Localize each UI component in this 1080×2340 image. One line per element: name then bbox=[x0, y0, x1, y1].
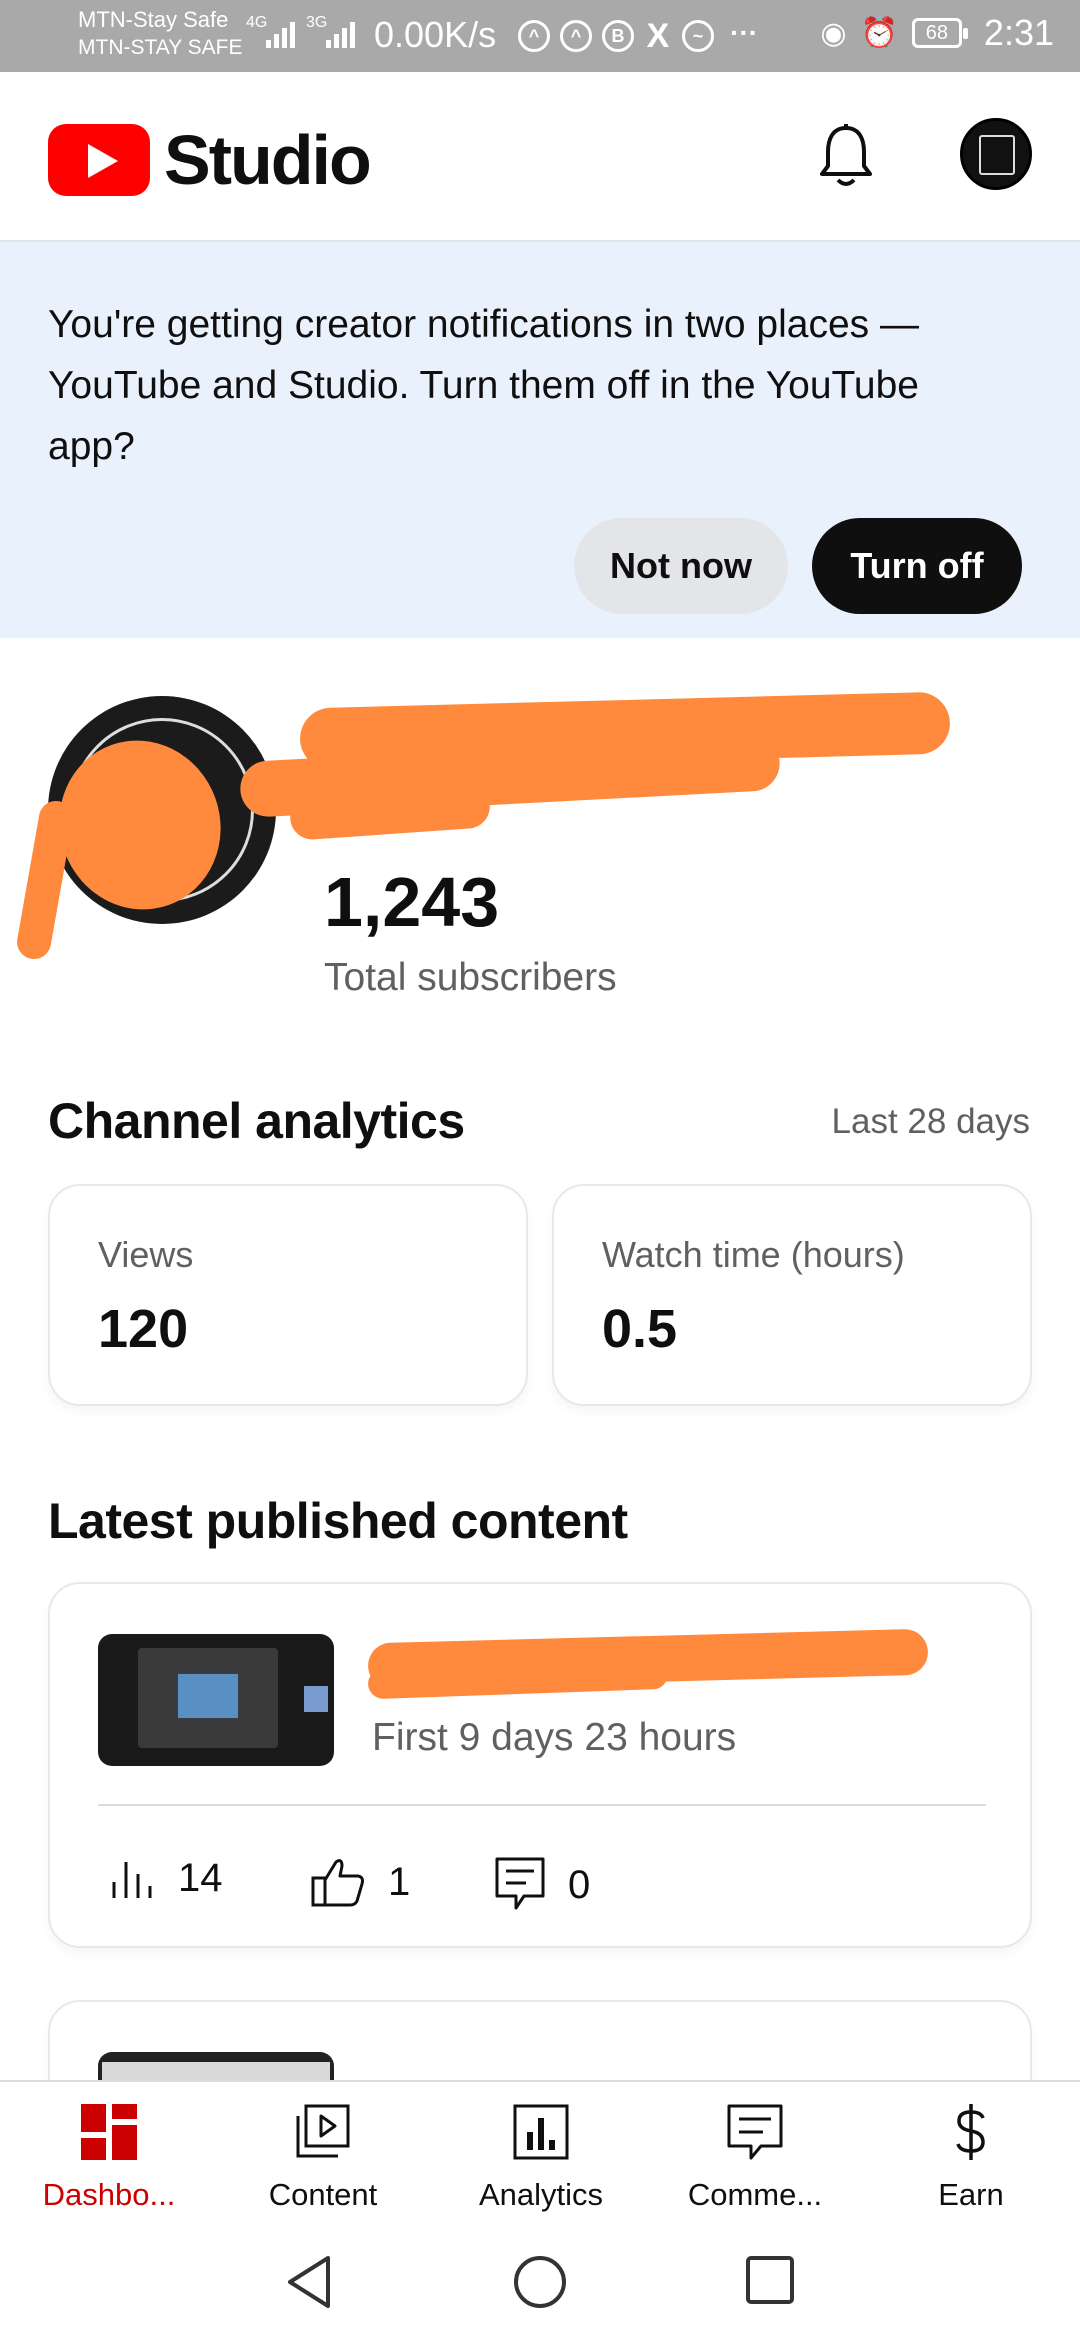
app-notification-icon: ^ bbox=[518, 20, 550, 52]
watch-time-value: 0.5 bbox=[602, 1299, 678, 1359]
likes-stat: 1 bbox=[310, 1856, 410, 1908]
more-notifications-icon: ··· bbox=[730, 17, 758, 48]
comments-stat: 0 bbox=[494, 1856, 590, 1914]
views-card[interactable]: Views 120 bbox=[48, 1184, 528, 1406]
youtube-play-icon bbox=[48, 124, 150, 196]
analytics-range: Last 28 days bbox=[831, 1102, 1030, 1141]
net-speed: 0.00K/s bbox=[374, 14, 497, 55]
account-avatar[interactable] bbox=[960, 118, 1032, 190]
network-type-1: 4G bbox=[246, 14, 268, 31]
nav-analytics[interactable]: Analytics bbox=[446, 2102, 636, 2213]
thumbs-up-icon bbox=[311, 1859, 364, 1907]
comments-count: 0 bbox=[568, 1862, 591, 1907]
not-now-button[interactable]: Not now bbox=[574, 518, 788, 614]
messenger-icon: ~ bbox=[682, 20, 714, 52]
battery-icon: 68 bbox=[911, 18, 968, 48]
network-type-2: 3G bbox=[306, 14, 328, 31]
bottom-navigation: Dashbo... Content Analytics Comme... Ear… bbox=[0, 2080, 1080, 2228]
notification-icons: ^ ^ B X ~ ··· bbox=[518, 17, 764, 55]
nav-label: Analytics bbox=[478, 2177, 604, 2212]
views-bar-icon bbox=[112, 1861, 152, 1898]
studio-logo[interactable]: Studio bbox=[48, 120, 372, 200]
views-value: 120 bbox=[98, 1299, 189, 1359]
recents-icon[interactable] bbox=[744, 2254, 796, 2306]
earn-icon bbox=[956, 2104, 985, 2160]
latest-video-card[interactable]: First 9 days 23 hours 14 1 0 bbox=[48, 1582, 1032, 1948]
home-icon[interactable] bbox=[512, 2254, 568, 2310]
carrier-2: MTN-STAY SAFE bbox=[78, 36, 243, 59]
alarm-icon: ⏰ bbox=[860, 16, 898, 50]
x-app-icon: X bbox=[646, 17, 670, 55]
nav-label: Content bbox=[268, 2177, 378, 2212]
latest-content-title: Latest published content bbox=[48, 1493, 628, 1549]
nav-label: Earn bbox=[938, 2177, 1004, 2212]
nav-dashboard[interactable]: Dashbo... bbox=[14, 2102, 204, 2213]
nav-content[interactable]: Content bbox=[228, 2102, 418, 2213]
analytics-icon bbox=[513, 2104, 569, 2160]
nav-comments[interactable]: Comme... bbox=[660, 2102, 850, 2213]
watch-time-card[interactable]: Watch time (hours) 0.5 bbox=[552, 1184, 1032, 1406]
nav-earn[interactable]: Earn bbox=[876, 2102, 1066, 2213]
comment-icon bbox=[495, 1857, 545, 1910]
app-name: Studio bbox=[164, 121, 372, 199]
signal-1-icon bbox=[266, 18, 295, 48]
card-divider bbox=[98, 1804, 986, 1806]
subscriber-count: 1,243 bbox=[324, 863, 500, 941]
views-stat: 14 bbox=[110, 1856, 223, 1901]
notifications-bell-icon[interactable] bbox=[818, 124, 874, 190]
eye-comfort-icon: ◉ bbox=[820, 16, 847, 50]
nav-label: Dashbo... bbox=[42, 2177, 176, 2212]
right-status: ◉ ⏰ 68 2:31 bbox=[820, 12, 1054, 54]
turn-off-button[interactable]: Turn off bbox=[812, 518, 1022, 614]
status-bar: MTN-Stay Safe MTN-STAY SAFE 4G 3G 0.00K/… bbox=[0, 0, 1080, 72]
banner-message: You're getting creator notifications in … bbox=[48, 303, 919, 468]
views-count: 14 bbox=[178, 1856, 223, 1900]
carrier-1: MTN-Stay Safe bbox=[78, 7, 229, 32]
comments-icon bbox=[727, 2104, 783, 2160]
signal-2-icon bbox=[326, 18, 355, 48]
subscriber-label: Total subscribers bbox=[324, 956, 617, 999]
notification-banner: You're getting creator notifications in … bbox=[0, 242, 1080, 638]
b-app-icon: B bbox=[602, 20, 634, 52]
nav-label: Comme... bbox=[687, 2177, 823, 2212]
redaction-mark bbox=[14, 798, 76, 962]
views-label: Views bbox=[98, 1234, 194, 1275]
video-meta: First 9 days 23 hours bbox=[372, 1716, 737, 1759]
back-icon[interactable] bbox=[284, 2254, 334, 2310]
analytics-title: Channel analytics bbox=[48, 1093, 465, 1149]
content-icon bbox=[296, 2104, 350, 2158]
app-header: Studio bbox=[0, 72, 1080, 242]
app-notification-icon: ^ bbox=[560, 20, 592, 52]
video-thumbnail[interactable] bbox=[98, 1634, 334, 1766]
dashboard-icon bbox=[81, 2104, 137, 2160]
likes-count: 1 bbox=[388, 1859, 411, 1904]
clock: 2:31 bbox=[983, 12, 1054, 53]
carrier-labels: MTN-Stay Safe MTN-STAY SAFE bbox=[78, 6, 243, 62]
system-navigation-bar bbox=[0, 2226, 1080, 2340]
watch-time-label: Watch time (hours) bbox=[602, 1234, 905, 1275]
